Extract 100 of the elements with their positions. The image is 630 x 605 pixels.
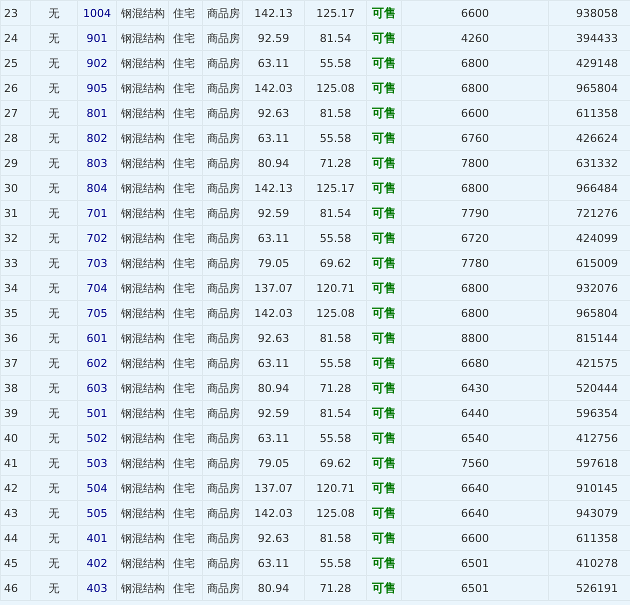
- table-cell: 商品房: [207, 132, 240, 144]
- status-label: 可售: [372, 356, 396, 370]
- table-cell: 92.59: [258, 32, 290, 44]
- table-cell: 142.03: [254, 506, 293, 520]
- table-cell: 55.58: [320, 56, 352, 70]
- table-cell: 7560: [461, 456, 489, 470]
- table-cell: 钢混结构: [121, 56, 165, 70]
- table-cell: 55.58: [320, 132, 352, 144]
- table-cell: 421575: [576, 356, 618, 370]
- table-cell: 无: [48, 332, 60, 344]
- table-cell: 92.63: [258, 332, 290, 344]
- table-cell: 商品房: [207, 282, 240, 294]
- table-cell: 钢混结构: [121, 256, 165, 270]
- row-number: 41: [4, 456, 18, 470]
- table-cell: 钢混结构: [121, 406, 165, 420]
- status-label: 可售: [372, 30, 396, 44]
- table-cell: 596354: [576, 406, 618, 420]
- table-cell: 965804: [576, 82, 618, 94]
- table-cell: 钢混结构: [121, 182, 165, 194]
- row-number: 31: [4, 206, 18, 220]
- table-cell: 商品房: [207, 106, 240, 120]
- table-cell: 商品房: [207, 556, 240, 570]
- table-cell: 137.07: [254, 482, 293, 494]
- table-cell: 125.17: [316, 182, 355, 194]
- row-number: 32: [4, 232, 18, 244]
- table-cell: 无: [48, 232, 60, 244]
- table-cell: 钢混结构: [121, 32, 165, 44]
- table-cell: 住宅: [173, 32, 195, 44]
- table-cell: 92.59: [258, 206, 290, 220]
- status-label: 可售: [372, 80, 396, 94]
- table-cell: 965804: [576, 306, 618, 320]
- table-cell: 6720: [461, 232, 489, 244]
- table-cell: 住宅: [173, 456, 195, 470]
- table-cell: 7800: [461, 156, 489, 170]
- table-cell: 无: [48, 156, 60, 170]
- table-cell: 无: [48, 356, 60, 370]
- table-cell: 943079: [576, 506, 618, 520]
- table-cell: 424099: [576, 232, 618, 244]
- table-cell: 住宅: [173, 582, 195, 594]
- table-cell: 611358: [576, 106, 618, 120]
- table-cell: 住宅: [173, 156, 195, 170]
- table-cell: 住宅: [173, 332, 195, 344]
- table-cell: 住宅: [173, 56, 195, 70]
- table-cell: 6600: [461, 6, 489, 20]
- table-cell: 55.58: [320, 432, 352, 444]
- table-cell: 6800: [461, 56, 489, 70]
- table-cell: 住宅: [173, 6, 195, 20]
- table-cell: 6540: [461, 432, 489, 444]
- table-cell: 6430: [461, 382, 489, 394]
- table-cell: 63.11: [258, 232, 290, 244]
- table-cell: 住宅: [173, 382, 195, 394]
- row-number: 39: [4, 406, 18, 420]
- table-cell: 住宅: [173, 482, 195, 494]
- table-cell: 80.94: [258, 382, 290, 394]
- table-cell: 无: [48, 456, 60, 470]
- table-cell: 住宅: [173, 506, 195, 520]
- table-cell: 商品房: [207, 232, 240, 244]
- table-cell: 商品房: [207, 32, 240, 44]
- table-cell: 412756: [576, 432, 618, 444]
- table-cell: 6640: [461, 482, 489, 494]
- table-cell: 住宅: [173, 232, 195, 244]
- table-cell: 7780: [461, 256, 489, 270]
- table-cell: 钢混结构: [121, 82, 165, 94]
- table-cell: 6800: [461, 182, 489, 194]
- table-cell: 429148: [576, 56, 618, 70]
- table-cell: 80.94: [258, 156, 290, 170]
- table-cell: 80.94: [258, 582, 290, 594]
- table-cell: 住宅: [173, 256, 195, 270]
- table-cell: 55.58: [320, 232, 352, 244]
- row-number: 34: [4, 282, 18, 294]
- table-cell: 住宅: [173, 82, 195, 94]
- table-cell: 住宅: [173, 106, 195, 120]
- table-cell: 55.58: [320, 356, 352, 370]
- row-number: 38: [4, 382, 18, 394]
- table-cell: 69.62: [320, 456, 352, 470]
- row-number: 33: [4, 256, 18, 270]
- table-cell: 无: [48, 582, 60, 594]
- table-cell: 966484: [576, 182, 618, 194]
- table-cell: 商品房: [207, 432, 240, 444]
- table-cell: 商品房: [207, 156, 240, 170]
- table-cell: 无: [48, 182, 60, 194]
- table-cell: 商品房: [207, 256, 240, 270]
- table-cell: 钢混结构: [121, 306, 165, 320]
- table-cell: 商品房: [207, 382, 240, 394]
- table-cell: 6600: [461, 532, 489, 544]
- table-cell: 631332: [576, 156, 618, 170]
- table-cell: 无: [48, 82, 60, 94]
- table-cell: 商品房: [207, 56, 240, 70]
- table-cell: 125.08: [316, 82, 355, 94]
- table-cell: 住宅: [173, 282, 195, 294]
- table-cell: 商品房: [207, 582, 240, 594]
- row-number: 29: [4, 156, 18, 170]
- table-cell: 938058: [576, 6, 618, 20]
- status-label: 可售: [372, 530, 396, 544]
- table-cell: 71.28: [320, 156, 352, 170]
- table-cell: 142.03: [254, 82, 293, 94]
- table-cell: 611358: [576, 532, 618, 544]
- table-cell: 钢混结构: [121, 382, 165, 394]
- table-cell: 钢混结构: [121, 482, 165, 494]
- table-cell: 住宅: [173, 406, 195, 420]
